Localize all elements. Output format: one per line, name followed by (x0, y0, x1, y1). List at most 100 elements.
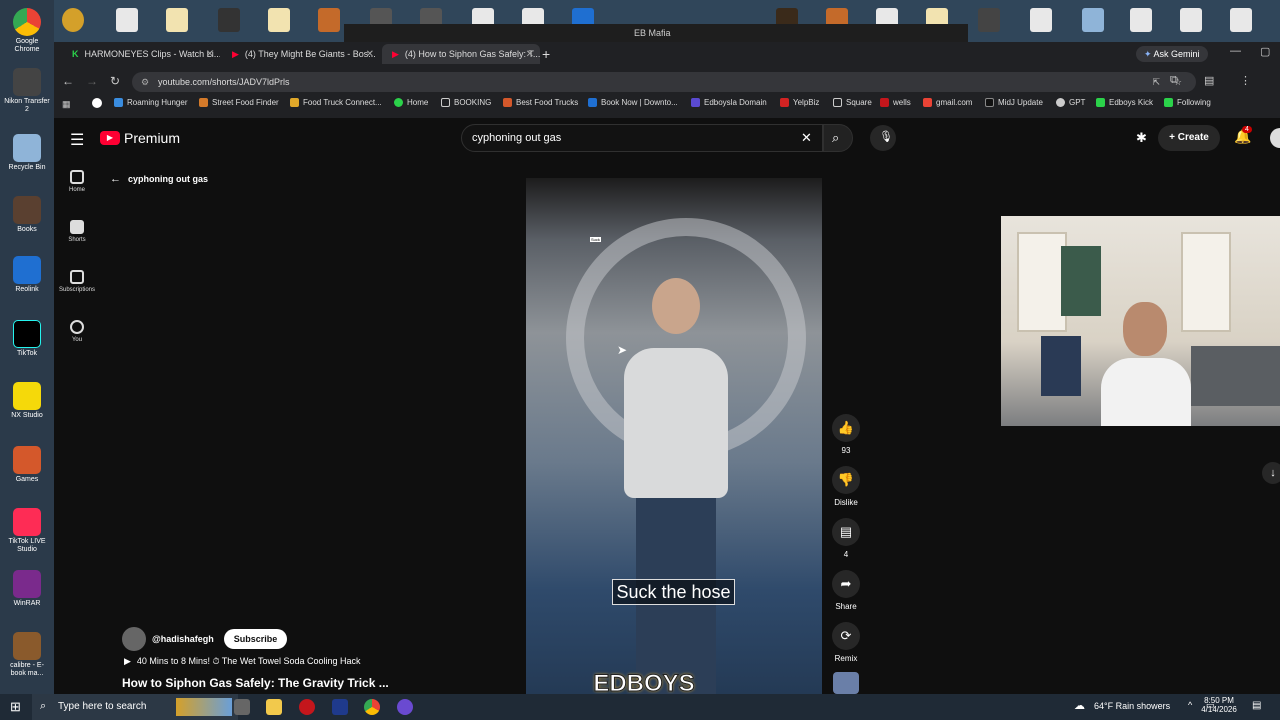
back-icon[interactable]: ← (62, 74, 74, 88)
bookmark-best-food-trucks[interactable]: Best Food Trucks (503, 98, 578, 107)
app-taskbar-icon[interactable] (299, 699, 315, 715)
minimize-icon[interactable]: — (1230, 45, 1241, 57)
app-icon[interactable] (978, 8, 1000, 32)
subscribe-button[interactable]: Subscribe (223, 629, 288, 649)
reload-icon[interactable]: ↻ (110, 74, 120, 88)
bookmark-midj-update[interactable]: MidJ Update (985, 98, 1043, 107)
bookmark-gmail[interactable]: gmail.com (923, 98, 972, 107)
gear-icon[interactable]: ✱ (1136, 130, 1147, 146)
shorts-video-player[interactable]: Suck (526, 178, 822, 694)
like-button[interactable]: 👍 93 (831, 414, 861, 455)
desktop-icon-nx-studio[interactable]: NX Studio (4, 382, 50, 420)
maximize-icon[interactable]: ▢ (1260, 45, 1270, 58)
bookmark-booking[interactable]: BOOKING (441, 98, 491, 107)
google-icon[interactable] (92, 98, 102, 108)
next-video-icon[interactable]: ↓ (1262, 462, 1280, 484)
desktop-icon-recycle-bin[interactable]: Recycle Bin (4, 134, 50, 172)
sound-thumbnail[interactable] (833, 672, 859, 694)
site-info-icon[interactable]: ⚙ (141, 72, 149, 92)
desktop-icon-tiktok-live[interactable]: TikTok LIVE Studio (4, 508, 50, 554)
file-icon[interactable] (1130, 8, 1152, 32)
close-tab-icon[interactable]: ✕ (526, 49, 534, 60)
desktop-icon-chrome[interactable]: Google Chrome (4, 8, 50, 54)
bookmark-edboysla-domain[interactable]: Edboysla Domain (691, 98, 767, 107)
file-icon[interactable] (1030, 8, 1052, 32)
close-tab-icon[interactable]: ✕ (206, 49, 214, 60)
bookmark-yelpbiz[interactable]: YelpBiz (780, 98, 819, 107)
desktop-icon-nikon[interactable]: Nikon Transfer 2 (4, 68, 50, 114)
bookmark-food-truck-connect[interactable]: Food Truck Connect... (290, 98, 382, 107)
notifications-icon[interactable]: ▤ (1252, 700, 1261, 711)
tab-they-might-be-giants[interactable]: ▶ (4) They Might Be Giants - Bos... ✕ (222, 44, 380, 64)
file-icon[interactable] (116, 8, 138, 32)
bookmark-edboys-kick[interactable]: Edboys Kick (1096, 98, 1153, 107)
image-file-icon[interactable] (1082, 8, 1104, 32)
voice-search-button[interactable]: 🎙 (870, 125, 896, 151)
tab-siphon-gas[interactable]: ▶ (4) How to Siphon Gas Safely: T... ✕ (382, 44, 540, 64)
sidebar-item-home[interactable]: Home (54, 170, 100, 193)
desktop-icon-books[interactable]: Books (4, 196, 50, 234)
bookmark-home[interactable]: Home (394, 98, 428, 107)
bookmark-following[interactable]: Following (1164, 98, 1211, 107)
firefox-icon[interactable] (62, 8, 84, 32)
eb-mafia-window-titlebar[interactable]: EB Mafia (344, 24, 968, 42)
sidebar-item-subscriptions[interactable]: Subscriptions (54, 270, 100, 293)
obs-taskbar-icon[interactable] (397, 699, 413, 715)
ask-gemini-button[interactable]: ✦ Ask Gemini (1136, 46, 1208, 62)
desktop-icon-winrar[interactable]: WinRAR (4, 570, 50, 608)
app-icon[interactable] (218, 8, 240, 32)
channel-name[interactable]: @hadishafegh (152, 634, 214, 644)
install-icon[interactable]: ⇱ (1152, 72, 1160, 92)
desktop-icon-games[interactable]: Games (4, 446, 50, 484)
bookmark-street-food-finder[interactable]: Street Food Finder (199, 98, 279, 107)
tab-harmoneyes[interactable]: K HARMONEYES Clips - Watch Li... ✕ (62, 44, 220, 64)
file-explorer-icon[interactable] (266, 699, 282, 715)
bookmark-gpt[interactable]: GPT (1056, 98, 1085, 107)
dislike-button[interactable]: 👎 Dislike (831, 466, 861, 507)
hamburger-menu-icon[interactable]: ☰ (70, 130, 84, 150)
playlist-link[interactable]: ▶ 40 Mins to 8 Mins! ⏱ The Wet Towel Sod… (124, 656, 361, 667)
weather-text[interactable]: 64°F Rain showers (1094, 701, 1170, 711)
desktop-icon-calibre[interactable]: calibre - E-book ma... (4, 632, 50, 678)
bookmark-book-now[interactable]: Book Now | Downto... (588, 98, 678, 107)
desktop-icons-column: Google Chrome Nikon Transfer 2 Recycle B… (0, 0, 54, 694)
menu-icon[interactable]: ⋮ (1240, 74, 1251, 87)
create-button[interactable]: + Create (1158, 125, 1220, 151)
new-tab-icon[interactable]: + (542, 46, 550, 62)
search-input[interactable]: cyphoning out gas (461, 124, 823, 152)
remix-button[interactable]: ⟳ Remix (831, 622, 861, 663)
tray-chevron-icon[interactable]: ^ (1188, 700, 1192, 710)
apps-grid-icon[interactable]: ▦ (62, 99, 71, 110)
search-button[interactable]: ⌕ (823, 124, 853, 152)
clear-search-icon[interactable]: ✕ (801, 130, 812, 146)
bookmark-wells[interactable]: wells (880, 98, 911, 107)
desktop-icon-reolink[interactable]: Reolink (4, 256, 50, 294)
comments-button[interactable]: ▤ 4 (831, 518, 861, 559)
chrome-taskbar-icon[interactable] (364, 699, 380, 715)
close-tab-icon[interactable]: ✕ (366, 49, 374, 60)
back-arrow-icon[interactable]: ← (110, 173, 121, 185)
sidebar-item-shorts[interactable]: Shorts (54, 220, 100, 243)
forward-icon[interactable]: → (86, 74, 98, 88)
extensions-icon[interactable]: ⧉ (1170, 74, 1178, 87)
n-app-taskbar-icon[interactable] (332, 699, 348, 715)
folder-icon[interactable] (268, 8, 290, 32)
youtube-premium-logo[interactable]: ▶ Premium (100, 130, 180, 146)
side-panel-icon[interactable]: ▤ (1204, 74, 1214, 87)
address-bar[interactable]: ⚙ youtube.com/shorts/JADV7ldPrls ☆ ⇱ (132, 72, 1196, 92)
desktop-icon-tiktok[interactable]: TikTok (4, 320, 50, 358)
file-icon[interactable] (1230, 8, 1252, 32)
windows-start-icon[interactable]: ⊞ (10, 699, 21, 715)
avatar[interactable] (1270, 128, 1280, 148)
bookmark-square[interactable]: Square (833, 98, 872, 107)
tv-icon[interactable] (318, 8, 340, 32)
share-button[interactable]: ➦ Share (831, 570, 861, 611)
bookmark-roaming-hunger[interactable]: Roaming Hunger (114, 98, 187, 107)
settings-taskbar-icon[interactable] (234, 699, 250, 715)
taskbar-search-box[interactable]: ⌕ Type here to search (32, 694, 238, 720)
channel-avatar[interactable] (122, 627, 146, 651)
sidebar-item-you[interactable]: You (54, 320, 100, 343)
clock[interactable]: 8:50 PM 4/14/2026 (1200, 696, 1238, 714)
file-icon[interactable] (1180, 8, 1202, 32)
folder-icon[interactable] (166, 8, 188, 32)
